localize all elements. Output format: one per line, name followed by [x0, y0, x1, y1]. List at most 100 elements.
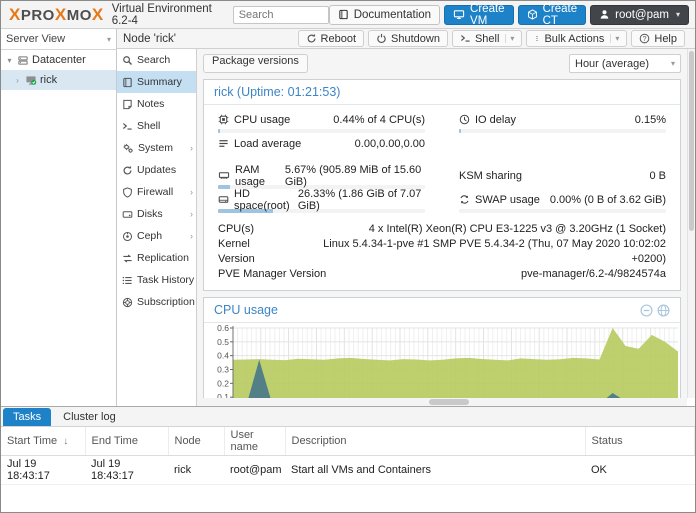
- action-label: Shutdown: [391, 33, 440, 45]
- chevron-down-icon[interactable]: ▾: [505, 34, 514, 43]
- bulk-actions-button[interactable]: Bulk Actions ▾: [526, 30, 627, 47]
- stat-value: 0.00% (0 B of 3.62 GiB): [550, 194, 666, 206]
- menu-item-replication[interactable]: Replication: [117, 247, 196, 269]
- horizontal-scrollbar-thumb[interactable]: [429, 399, 469, 405]
- reboot-button[interactable]: Reboot: [298, 30, 364, 47]
- cpu-usage-chart-panel: CPU usage 00.10.20.30.40.50.62020-07-191…: [203, 297, 681, 398]
- table-cell: Start all VMs and Containers: [285, 456, 585, 485]
- package-versions-button[interactable]: Package versions: [203, 54, 308, 73]
- minus-circle-icon[interactable]: [640, 304, 653, 317]
- globe-icon[interactable]: [657, 304, 670, 317]
- action-label: Reboot: [321, 33, 356, 45]
- menu-item-summary[interactable]: Summary: [117, 71, 196, 93]
- expander-icon[interactable]: ›: [13, 76, 22, 85]
- empty-cell: [459, 136, 666, 160]
- menu-item-system[interactable]: System›: [117, 137, 196, 159]
- column-header-status[interactable]: Status: [585, 427, 695, 456]
- summary-content: Package versions Hour (average) ▾ rick (…: [197, 49, 687, 398]
- stat-progress-bar: [459, 129, 666, 133]
- book-icon: [122, 77, 133, 88]
- tree-item-datacenter[interactable]: ▾ Datacenter: [1, 50, 116, 70]
- stat-value: 0.44% of 4 CPU(s): [333, 114, 425, 126]
- stat-progress-bar: [459, 209, 666, 213]
- global-search-input[interactable]: [233, 6, 329, 24]
- node-title: Node 'rick': [123, 33, 176, 45]
- svg-text:0.5: 0.5: [217, 337, 229, 347]
- help-button[interactable]: ? Help: [631, 30, 685, 47]
- info-value: Linux 5.4.34-1-pve #1 SMP PVE 5.4.34-2 (…: [289, 237, 666, 267]
- tasks-table: Start Time ↓End TimeNodeUser nameDescrip…: [1, 427, 695, 485]
- documentation-button[interactable]: Documentation: [329, 5, 440, 25]
- info-pve-manager-version: PVE Manager Version pve-manager/6.2-4/98…: [218, 267, 666, 282]
- svg-text:0.6: 0.6: [217, 325, 229, 333]
- svg-text:0.2: 0.2: [217, 378, 229, 388]
- datacenter-icon: [17, 55, 29, 66]
- server-view-selector[interactable]: Server View ▾: [1, 29, 116, 50]
- column-header-node[interactable]: Node: [168, 427, 224, 456]
- server-view-label: Server View: [6, 33, 65, 45]
- menu-item-ceph[interactable]: Ceph›: [117, 225, 196, 247]
- stat-ksm-sharing: KSM sharing 0 B: [459, 168, 666, 192]
- chevron-down-icon[interactable]: ▾: [610, 34, 619, 43]
- terminal-icon: [460, 33, 471, 44]
- create-vm-button[interactable]: Create VM: [444, 5, 514, 25]
- stat-label: RAM usage: [235, 164, 285, 188]
- proxmox-logo: XPROXMOX: [9, 5, 104, 25]
- menu-item-disks[interactable]: Disks›: [117, 203, 196, 225]
- info-label: CPU(s): [218, 222, 254, 237]
- tree-item-rick[interactable]: › rick: [1, 70, 116, 90]
- menu-item-subscription[interactable]: Subscription: [117, 291, 196, 313]
- chevron-right-icon: ›: [190, 209, 193, 219]
- menu-item-label: Firewall: [137, 186, 173, 198]
- search-icon: [122, 55, 133, 66]
- timeframe-select[interactable]: Hour (average) ▾: [569, 54, 681, 73]
- menu-item-notes[interactable]: Notes: [117, 93, 196, 115]
- column-header-end-time[interactable]: End Time: [85, 427, 168, 456]
- shutdown-button[interactable]: Shutdown: [368, 30, 448, 47]
- table-cell: OK: [585, 456, 695, 485]
- menu-item-task-history[interactable]: Task History: [117, 269, 196, 291]
- stat-value: 26.33% (1.86 GiB of 7.07 GiB): [298, 188, 425, 212]
- menu-item-label: Notes: [137, 98, 164, 110]
- stat-hd-space-root-: HD space(root) 26.33% (1.86 GiB of 7.07 …: [218, 192, 425, 216]
- stat-progress-bar: [218, 129, 425, 133]
- documentation-label: Documentation: [354, 9, 431, 21]
- bulk-actions-icon: [534, 33, 540, 44]
- chevron-down-icon: ▾: [107, 35, 111, 44]
- menu-item-firewall[interactable]: Firewall ›: [117, 181, 196, 203]
- logo-text2: MO: [67, 7, 92, 24]
- info-kernel-version: Kernel Version Linux 5.4.34-1-pve #1 SMP…: [218, 237, 666, 267]
- cpu-usage-chart: 00.10.20.30.40.50.62020-07-1918:55:00202…: [204, 323, 680, 398]
- svg-text:0.4: 0.4: [217, 351, 229, 361]
- create-ct-button[interactable]: Create CT: [518, 5, 587, 25]
- bars-icon: [218, 138, 229, 149]
- stat-label: SWAP usage: [475, 194, 540, 206]
- menu-item-search[interactable]: Search: [117, 49, 196, 71]
- expander-icon[interactable]: ▾: [5, 56, 14, 65]
- menu-item-updates[interactable]: Updates: [117, 159, 196, 181]
- tab-cluster-log[interactable]: Cluster log: [53, 408, 126, 426]
- shell-button[interactable]: Shell▾: [452, 30, 522, 47]
- action-label: Help: [654, 33, 677, 45]
- status-panel: rick (Uptime: 01:21:53) CPU usage 0.44% …: [203, 79, 681, 291]
- cpu-icon: [218, 114, 229, 125]
- svg-text:?: ?: [643, 36, 647, 43]
- timeframe-value: Hour (average): [575, 58, 649, 70]
- chevron-right-icon: ›: [190, 187, 193, 197]
- action-label: Bulk Actions: [544, 33, 604, 45]
- vertical-scrollbar-thumb[interactable]: [689, 51, 694, 231]
- column-header-description[interactable]: Description: [285, 427, 585, 456]
- info-label: Kernel Version: [218, 237, 289, 267]
- table-cell: rick: [168, 456, 224, 485]
- stat-value: 5.67% (905.89 MiB of 15.60 GiB): [285, 164, 425, 188]
- column-header-start-time[interactable]: Start Time ↓: [1, 427, 85, 456]
- vertical-scrollbar[interactable]: [687, 49, 695, 398]
- tree-item-label: rick: [40, 74, 57, 86]
- tab-tasks[interactable]: Tasks: [3, 408, 51, 426]
- user-menu-button[interactable]: root@pam ▾: [590, 5, 689, 25]
- disk-icon: [122, 209, 133, 220]
- column-header-user-name[interactable]: User name: [224, 427, 285, 456]
- menu-item-shell[interactable]: Shell: [117, 115, 196, 137]
- horizontal-scrollbar[interactable]: [197, 398, 687, 406]
- table-row[interactable]: Jul 19 18:43:17Jul 19 18:43:17rickroot@p…: [1, 456, 695, 485]
